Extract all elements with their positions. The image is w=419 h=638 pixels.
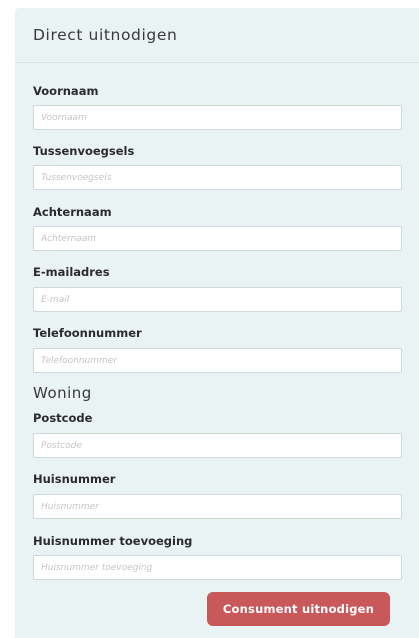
voornaam-label: Voornaam bbox=[33, 84, 99, 98]
invite-consumer-button[interactable]: Consument uitnodigen bbox=[207, 592, 390, 626]
achternaam-input[interactable] bbox=[33, 226, 402, 251]
telefoon-input[interactable] bbox=[33, 348, 402, 373]
huisnummer-label: Huisnummer bbox=[33, 472, 116, 486]
woning-section-heading: Woning bbox=[33, 384, 92, 402]
tussenvoegsels-input[interactable] bbox=[33, 165, 402, 190]
achternaam-label: Achternaam bbox=[33, 205, 112, 219]
telefoon-label: Telefoonnummer bbox=[33, 326, 142, 340]
tussenvoegsels-label: Tussenvoegsels bbox=[33, 144, 135, 158]
huisnummer-input[interactable] bbox=[33, 494, 402, 519]
email-label: E-mailadres bbox=[33, 265, 110, 279]
toevoeging-input[interactable] bbox=[33, 555, 402, 580]
invite-panel: Direct uitnodigen Voornaam Tussenvoegsel… bbox=[15, 8, 419, 638]
email-input[interactable] bbox=[33, 287, 402, 312]
postcode-input[interactable] bbox=[33, 433, 402, 458]
panel-title: Direct uitnodigen bbox=[33, 26, 178, 44]
postcode-label: Postcode bbox=[33, 411, 93, 425]
toevoeging-label: Huisnummer toevoeging bbox=[33, 534, 193, 548]
voornaam-input[interactable] bbox=[33, 105, 402, 130]
panel-header: Direct uitnodigen bbox=[15, 8, 419, 63]
